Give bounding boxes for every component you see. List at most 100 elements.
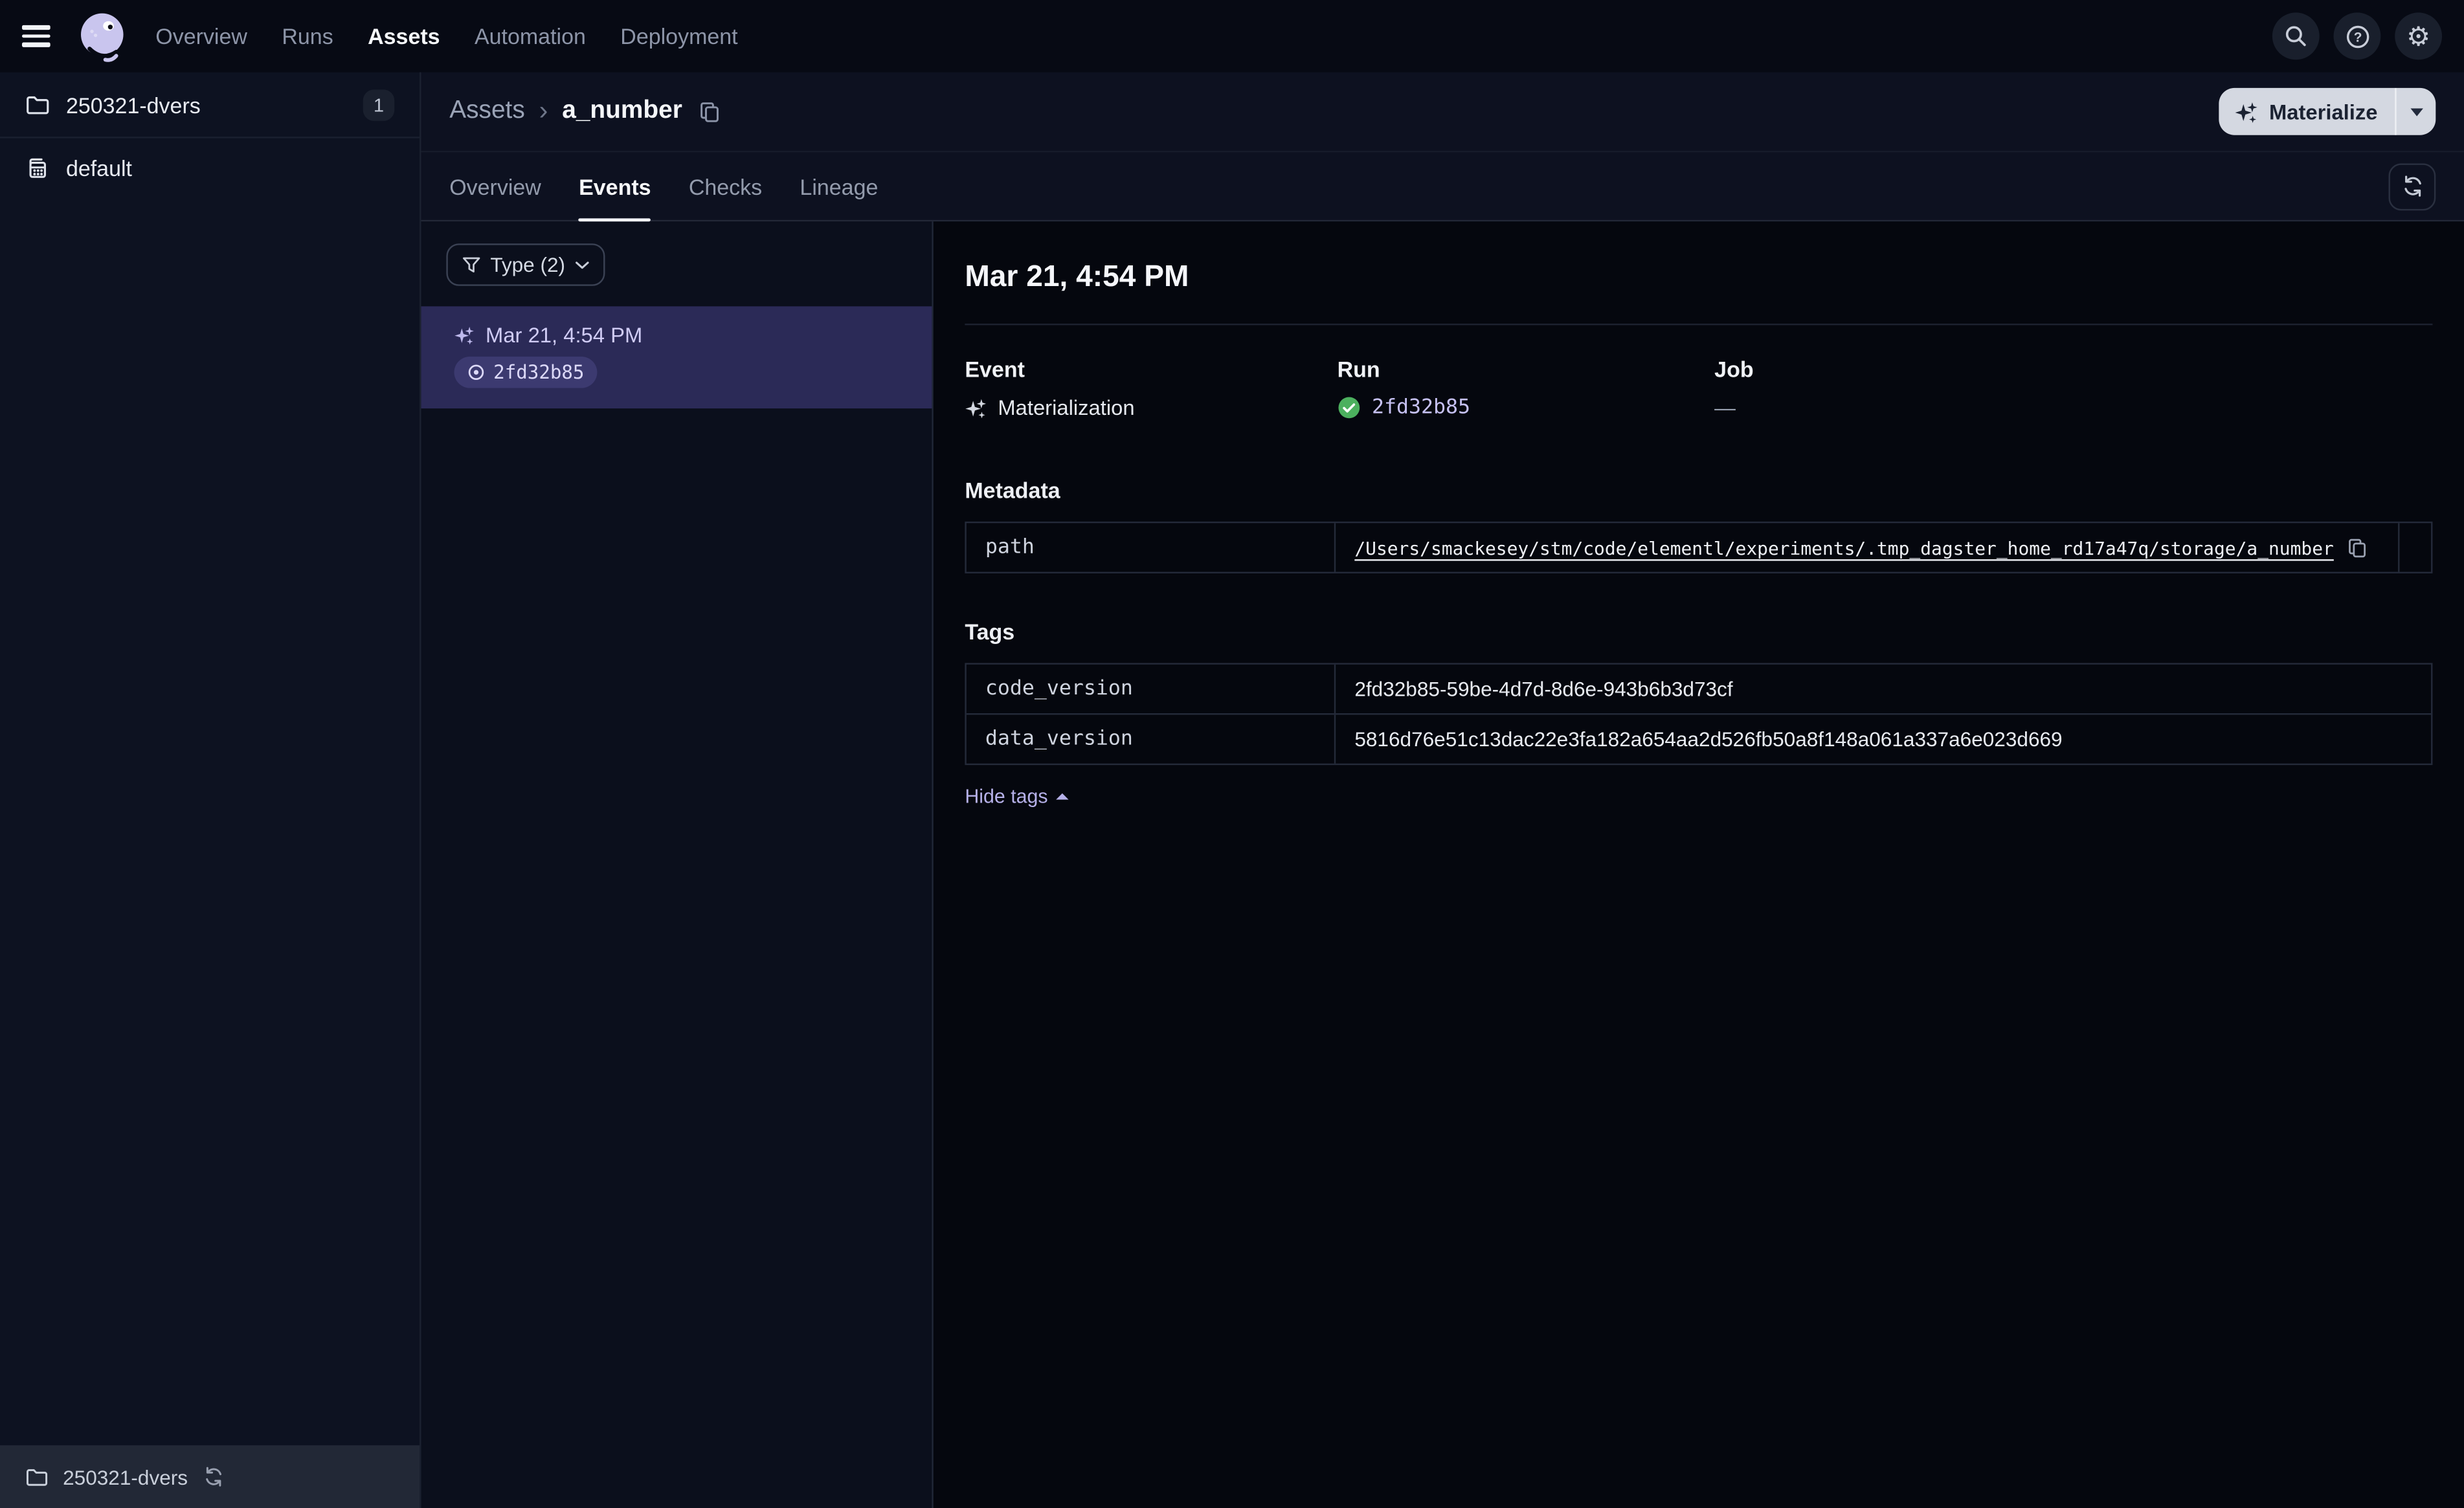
nav-link-runs[interactable]: Runs bbox=[282, 23, 333, 49]
settings-button[interactable]: ⚙ bbox=[2395, 12, 2443, 60]
dagster-logo-icon[interactable] bbox=[74, 8, 130, 64]
chevron-right-icon: › bbox=[539, 96, 548, 126]
tab-events[interactable]: Events bbox=[579, 152, 651, 222]
sidebar-footer-location[interactable]: 250321-dvers bbox=[0, 1445, 420, 1508]
job-value: — bbox=[1714, 395, 1736, 420]
events-list-panel: Type (2) Mar 21, 4:54 PM 2fd32b85 bbox=[421, 221, 934, 1508]
help-icon: ? bbox=[2344, 23, 2370, 49]
sidebar-item-code-location[interactable]: 250321-dvers 1 bbox=[0, 72, 420, 139]
refresh-events-button[interactable] bbox=[2388, 162, 2436, 210]
event-column-header: Event bbox=[965, 356, 1025, 382]
sparkle-icon bbox=[2235, 100, 2258, 123]
sync-icon bbox=[2401, 174, 2424, 197]
table-row: code_version 2fd32b85-59be-4d7d-8d6e-943… bbox=[967, 664, 2431, 713]
metadata-path-link[interactable]: /Users/smackesey/stm/code/elementl/exper… bbox=[1354, 537, 2334, 559]
event-item-run-id: 2fd32b85 bbox=[493, 361, 585, 384]
tags-heading: Tags bbox=[965, 619, 1015, 645]
run-success-check-icon bbox=[1338, 396, 1361, 419]
materialize-dropdown-button[interactable] bbox=[2397, 88, 2436, 135]
materialize-button[interactable]: Materialize bbox=[2219, 88, 2395, 135]
search-button[interactable] bbox=[2272, 12, 2320, 60]
caret-up-icon bbox=[1055, 793, 1069, 800]
tag-key: code_version bbox=[967, 664, 1336, 713]
materialize-split-button: Materialize bbox=[2219, 87, 2436, 135]
type-filter-label: Type (2) bbox=[490, 252, 566, 277]
materialization-sparkle-icon bbox=[965, 397, 987, 419]
run-status-target-icon bbox=[467, 363, 486, 382]
run-id-link[interactable]: 2fd32b85 bbox=[1372, 396, 1470, 419]
sidebar-footer-label: 250321-dvers bbox=[63, 1465, 188, 1489]
tag-key: data_version bbox=[967, 715, 1336, 764]
svg-text:?: ? bbox=[2353, 29, 2362, 44]
type-filter-button[interactable]: Type (2) bbox=[446, 243, 605, 286]
tag-value: 5816d76e51c13dac22e3fa182a654aa2d526fb50… bbox=[1354, 727, 2063, 751]
search-icon bbox=[2283, 23, 2309, 49]
breadcrumb-assets-link[interactable]: Assets bbox=[449, 97, 525, 126]
folder-icon bbox=[25, 1465, 49, 1488]
tab-lineage[interactable]: Lineage bbox=[800, 152, 878, 219]
nav-link-assets[interactable]: Assets bbox=[368, 23, 440, 49]
job-column: Job — bbox=[1714, 357, 2432, 419]
event-detail-panel: Mar 21, 4:54 PM Event Materialization Ru… bbox=[933, 221, 2464, 1508]
materialization-sparkle-icon bbox=[454, 325, 475, 346]
metadata-heading: Metadata bbox=[965, 477, 1060, 503]
table-row: path /Users/smackesey/stm/code/elementl/… bbox=[967, 523, 2431, 572]
run-column: Run 2fd32b85 bbox=[1338, 357, 1715, 419]
top-nav: Overview Runs Assets Automation Deployme… bbox=[0, 0, 2464, 72]
help-button[interactable]: ? bbox=[2333, 12, 2381, 60]
tab-checks-label: Checks bbox=[688, 173, 763, 199]
event-type-value: Materialization bbox=[998, 395, 1135, 420]
copy-path-button[interactable] bbox=[2346, 537, 2368, 559]
tab-overview-label: Overview bbox=[449, 173, 541, 199]
detail-divider bbox=[965, 324, 2433, 326]
event-item-timestamp: Mar 21, 4:54 PM bbox=[486, 324, 643, 348]
run-column-header: Run bbox=[1337, 356, 1380, 382]
event-list-item-selected[interactable]: Mar 21, 4:54 PM 2fd32b85 bbox=[421, 306, 932, 409]
hide-tags-link[interactable]: Hide tags bbox=[965, 785, 1069, 808]
asset-main: Assets › a_number Materialize Overview E… bbox=[421, 72, 2464, 1508]
materialize-button-label: Materialize bbox=[2268, 100, 2378, 124]
folder-icon bbox=[25, 92, 50, 117]
page-title-asset-name: a_number bbox=[562, 97, 682, 124]
event-column: Event Materialization bbox=[965, 357, 1337, 419]
tag-value: 2fd32b85-59be-4d7d-8d6e-943b6b3d73cf bbox=[1354, 677, 1733, 701]
hamburger-menu-icon[interactable] bbox=[21, 25, 50, 47]
metadata-table: path /Users/smackesey/stm/code/elementl/… bbox=[965, 521, 2433, 573]
asset-tabs-row: Overview Events Checks Lineage bbox=[421, 152, 2464, 222]
caret-down-icon bbox=[2410, 107, 2423, 116]
tab-lineage-label: Lineage bbox=[800, 173, 879, 199]
events-content: Type (2) Mar 21, 4:54 PM 2fd32b85 Mar 21… bbox=[421, 221, 2464, 1508]
tags-table: code_version 2fd32b85-59be-4d7d-8d6e-943… bbox=[965, 663, 2433, 766]
metadata-key: path bbox=[967, 523, 1336, 572]
gear-icon: ⚙ bbox=[2406, 21, 2431, 51]
asset-count-badge: 1 bbox=[363, 89, 395, 120]
tab-overview[interactable]: Overview bbox=[449, 152, 541, 219]
copy-asset-name-button[interactable] bbox=[698, 100, 721, 123]
sidebar-item-group-default[interactable]: default bbox=[0, 139, 420, 198]
event-item-run-badge[interactable]: 2fd32b85 bbox=[454, 356, 597, 388]
chevron-down-icon bbox=[575, 260, 589, 270]
event-detail-title: Mar 21, 4:54 PM bbox=[965, 260, 1189, 294]
events-filter-row: Type (2) bbox=[421, 221, 932, 286]
asset-group-icon bbox=[25, 155, 50, 181]
asset-catalog-sidebar: 250321-dvers 1 default 250321-dvers bbox=[0, 72, 421, 1508]
metadata-row-end-cell bbox=[2398, 523, 2431, 572]
nav-link-automation[interactable]: Automation bbox=[475, 23, 586, 49]
tab-checks[interactable]: Checks bbox=[689, 152, 762, 219]
asset-tabs: Overview Events Checks Lineage bbox=[449, 152, 878, 222]
nav-link-deployment[interactable]: Deployment bbox=[620, 23, 737, 49]
app-body: 250321-dvers 1 default 250321-dvers Asse… bbox=[0, 72, 2464, 1508]
asset-header: Assets › a_number Materialize bbox=[421, 72, 2464, 153]
sidebar-location-label: 250321-dvers bbox=[65, 91, 201, 117]
table-row: data_version 5816d76e51c13dac22e3fa182a6… bbox=[966, 713, 2432, 764]
top-nav-actions: ? ⚙ bbox=[2272, 12, 2443, 60]
hide-tags-label: Hide tags bbox=[965, 785, 1048, 808]
sidebar-group-label: default bbox=[65, 155, 133, 181]
dagster-app: Overview Runs Assets Automation Deployme… bbox=[0, 0, 2464, 1508]
sync-icon[interactable] bbox=[202, 1466, 224, 1488]
nav-link-overview[interactable]: Overview bbox=[155, 23, 247, 49]
tab-events-label: Events bbox=[579, 173, 651, 199]
job-column-header: Job bbox=[1714, 356, 1754, 382]
filter-funnel-icon bbox=[462, 255, 481, 274]
main-nav-links: Overview Runs Assets Automation Deployme… bbox=[155, 23, 737, 49]
